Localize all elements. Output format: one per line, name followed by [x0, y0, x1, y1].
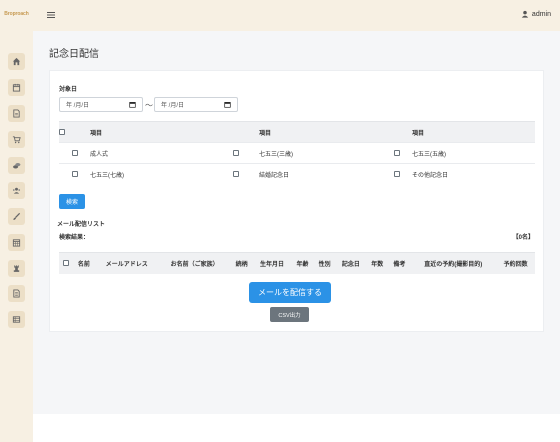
- user-icon: [521, 10, 529, 18]
- table-row: 成人式 七五三(三歳) 七五三(五歳): [59, 142, 535, 164]
- chess-rook-icon[interactable]: [8, 260, 25, 277]
- list-icon[interactable]: [8, 311, 25, 328]
- search-result-label: 検索結果：: [59, 235, 90, 241]
- mail-list-title: メール配信リスト: [57, 222, 106, 228]
- column-header-birthdate: 生年月日: [252, 252, 292, 274]
- document-text-icon[interactable]: [8, 285, 25, 302]
- column-header-family-name: お名前（ご家族）: [158, 252, 231, 274]
- item-label: その他記念日: [412, 163, 535, 185]
- hamburger-menu-icon[interactable]: [46, 10, 56, 20]
- table-row: 七五三(七歳) 結婚記念日 その他記念日: [59, 163, 535, 185]
- column-header-age: 年齢: [291, 252, 314, 274]
- item-checkbox[interactable]: [71, 170, 78, 177]
- coins-icon[interactable]: [8, 157, 25, 174]
- item-label: 七五三(三歳): [259, 142, 381, 164]
- table-header-row: 名前 メールアドレス お名前（ご家族） 続柄 生年月日 年齢 性別 記念日 年数…: [59, 252, 535, 274]
- column-header-notes: 備考: [388, 252, 411, 274]
- item-label: 成人式: [90, 142, 213, 164]
- column-header-item: 項目: [412, 121, 535, 143]
- date-from-placeholder: 年 /月/日: [66, 103, 90, 109]
- brand-logo[interactable]: Broproach: [0, 11, 33, 17]
- date-to-placeholder: 年 /月/日: [161, 103, 185, 109]
- username: admin: [531, 10, 551, 18]
- sidebar: Broproach: [0, 0, 33, 442]
- calendar-grid-icon[interactable]: [8, 234, 25, 251]
- select-all-recipients-checkbox[interactable]: [62, 259, 69, 266]
- brush-icon[interactable]: [8, 208, 25, 225]
- column-header-anniversary: 記念日: [335, 252, 367, 274]
- column-header-recent-reservation: 直近の予約(撮影目的): [410, 252, 497, 274]
- top-navbar: admin: [33, 0, 560, 31]
- users-icon[interactable]: [8, 182, 25, 199]
- result-count: 【0名】: [512, 235, 534, 241]
- column-header-years: 年数: [366, 252, 389, 274]
- item-checkbox[interactable]: [393, 170, 400, 177]
- item-checkbox[interactable]: [233, 149, 239, 156]
- column-header-item: 項目: [259, 121, 381, 143]
- date-from-input[interactable]: 年 /月/日: [59, 97, 143, 112]
- column-header-item: 項目: [90, 121, 213, 143]
- column-header-reservation-count: 予約回数: [496, 252, 535, 274]
- mail-list-table: 名前 メールアドレス お名前（ご家族） 続柄 生年月日 年齢 性別 記念日 年数…: [59, 252, 535, 274]
- select-all-checkbox[interactable]: [59, 128, 65, 135]
- main-content: 記念日配信 対象日 年 /月/日 〜 年 /月/日 項目 項目 項目 成人式 七…: [33, 31, 560, 414]
- home-icon[interactable]: [8, 53, 25, 70]
- item-label: 七五三(七歳): [90, 163, 213, 185]
- item-label: 七五三(五歳): [412, 142, 535, 164]
- date-label: 対象日: [59, 87, 78, 93]
- item-checkbox[interactable]: [393, 149, 400, 156]
- date-to-input[interactable]: 年 /月/日: [154, 97, 238, 112]
- footer: [33, 414, 560, 442]
- column-header-gender: 性別: [313, 252, 336, 274]
- calendar-icon[interactable]: [8, 79, 25, 96]
- document-icon[interactable]: [8, 105, 25, 122]
- column-header-email: メールアドレス: [94, 252, 159, 274]
- search-button[interactable]: 検索: [59, 194, 85, 209]
- calendar-picker-icon: [129, 102, 136, 108]
- page-title: 記念日配信: [49, 49, 99, 60]
- column-header-relation: 続柄: [230, 252, 253, 274]
- table-header-row: 項目 項目 項目: [59, 121, 535, 143]
- column-header-name: 名前: [72, 252, 95, 274]
- item-label: 結婚記念日: [259, 163, 381, 185]
- calendar-picker-icon: [224, 102, 231, 108]
- content-card: 対象日 年 /月/日 〜 年 /月/日 項目 項目 項目 成人式 七五三(三歳)…: [49, 70, 544, 332]
- date-range-separator: 〜: [145, 101, 153, 110]
- anniversary-items-table: 項目 項目 項目 成人式 七五三(三歳) 七五三(五歳) 七五三(七歳) 結婚記…: [59, 121, 535, 185]
- item-checkbox[interactable]: [71, 149, 78, 156]
- csv-export-button[interactable]: CSV出力: [270, 307, 309, 322]
- item-checkbox[interactable]: [233, 170, 239, 177]
- send-mail-button[interactable]: メールを配信する: [249, 282, 331, 303]
- cart-icon[interactable]: [8, 131, 25, 148]
- user-menu[interactable]: admin: [521, 10, 551, 18]
